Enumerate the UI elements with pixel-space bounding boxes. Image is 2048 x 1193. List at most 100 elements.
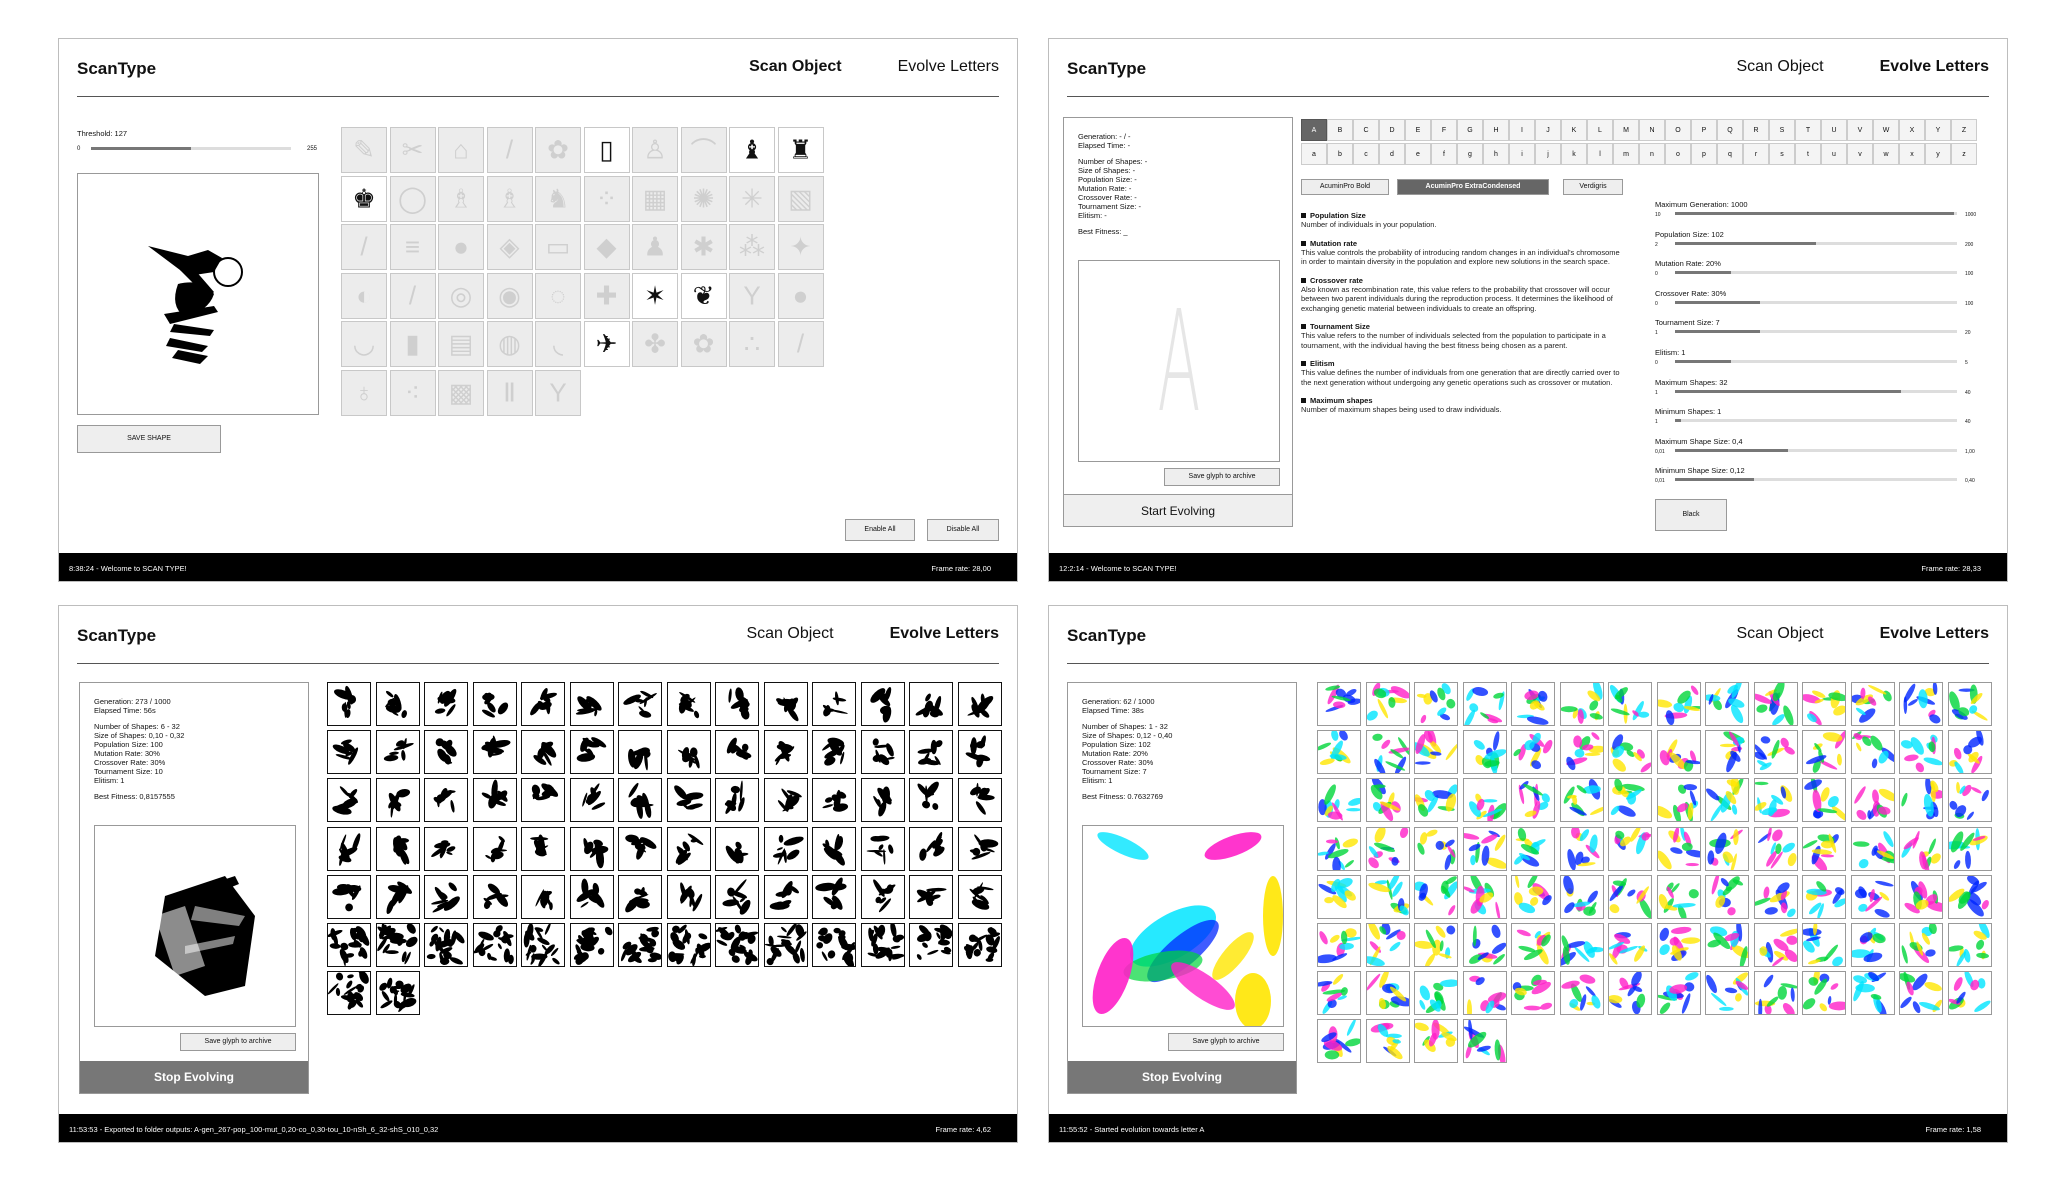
population-thumb[interactable] [375, 826, 420, 871]
population-thumb[interactable] [957, 682, 1002, 726]
nav-scan-object[interactable]: Scan Object [1736, 58, 1823, 76]
population-thumb[interactable] [1462, 874, 1507, 919]
population-thumb[interactable] [763, 682, 808, 726]
population-thumb[interactable] [909, 730, 953, 775]
population-thumb[interactable] [1462, 826, 1507, 871]
population-thumb[interactable] [1608, 826, 1652, 871]
object-tile[interactable]: ⁂ [729, 224, 775, 270]
population-thumb[interactable] [715, 682, 759, 726]
population-thumb[interactable] [521, 778, 565, 823]
population-thumb[interactable] [909, 826, 953, 871]
population-thumb[interactable] [1850, 730, 1895, 775]
population-thumb[interactable] [1947, 682, 1992, 726]
population-thumb[interactable] [1317, 682, 1361, 726]
object-tile[interactable]: ♞ [535, 175, 581, 222]
letter-key-F[interactable]: F [1431, 119, 1457, 141]
population-thumb[interactable] [1559, 874, 1604, 919]
population-thumb[interactable] [375, 923, 420, 967]
population-thumb[interactable] [1608, 682, 1652, 726]
letter-key-x[interactable]: x [1899, 143, 1925, 165]
population-thumb[interactable] [715, 874, 759, 919]
nav-scan-object[interactable]: Scan Object [746, 625, 833, 643]
letter-key-M[interactable]: M [1613, 119, 1639, 141]
population-thumb[interactable] [860, 923, 905, 967]
population-thumb[interactable] [1317, 923, 1361, 967]
object-tile[interactable]: ♙ [632, 127, 678, 173]
population-thumb[interactable] [472, 730, 517, 775]
population-thumb[interactable] [569, 826, 614, 871]
letter-key-b[interactable]: b [1327, 143, 1353, 165]
object-tile[interactable]: ♟ [632, 224, 678, 270]
object-tile[interactable]: ❦ [680, 272, 727, 319]
object-tile[interactable]: ♗ [438, 175, 484, 222]
population-thumb[interactable] [763, 826, 808, 871]
nav-evolve-letters[interactable]: Evolve Letters [898, 58, 999, 76]
population-thumb[interactable] [375, 874, 420, 919]
population-thumb[interactable] [1802, 971, 1846, 1016]
object-tile[interactable]: Y [535, 369, 581, 416]
letter-key-t[interactable]: t [1795, 143, 1821, 165]
population-thumb[interactable] [1462, 923, 1507, 967]
population-thumb[interactable] [375, 971, 420, 1016]
population-thumb[interactable] [812, 682, 856, 726]
population-thumb[interactable] [1802, 730, 1846, 775]
letter-key-d[interactable]: d [1379, 143, 1405, 165]
population-thumb[interactable] [569, 682, 614, 726]
population-thumb[interactable] [715, 826, 759, 871]
parameter-slider[interactable] [1675, 271, 1957, 275]
population-thumb[interactable] [715, 923, 759, 967]
population-thumb[interactable] [472, 778, 517, 823]
letter-key-R[interactable]: R [1743, 119, 1769, 141]
object-tile[interactable]: ▯ [583, 127, 630, 173]
population-thumb[interactable] [957, 730, 1002, 775]
object-tile[interactable]: ◎ [438, 272, 484, 319]
population-thumb[interactable] [1899, 923, 1943, 967]
population-thumb[interactable] [812, 778, 856, 823]
population-thumb[interactable] [1365, 923, 1410, 967]
population-thumb[interactable] [424, 874, 468, 919]
population-thumb[interactable] [1511, 971, 1555, 1016]
save-glyph-button[interactable]: Save glyph to archive [1168, 1033, 1284, 1051]
population-thumb[interactable] [569, 923, 614, 967]
object-tile[interactable]: ◟ [535, 321, 581, 367]
letter-key-S[interactable]: S [1769, 119, 1795, 141]
population-thumb[interactable] [1317, 1019, 1361, 1064]
population-thumb[interactable] [909, 923, 953, 967]
letter-key-w[interactable]: w [1873, 143, 1899, 165]
population-thumb[interactable] [860, 826, 905, 871]
population-thumb[interactable] [424, 682, 468, 726]
letter-key-V[interactable]: V [1847, 119, 1873, 141]
population-thumb[interactable] [327, 923, 371, 967]
object-tile[interactable]: ◍ [486, 321, 533, 367]
population-thumb[interactable] [1511, 682, 1555, 726]
population-thumb[interactable] [1559, 826, 1604, 871]
object-tile[interactable]: ▤ [438, 321, 484, 367]
population-thumb[interactable] [1753, 826, 1798, 871]
population-thumb[interactable] [1559, 923, 1604, 967]
population-thumb[interactable] [1462, 730, 1507, 775]
save-glyph-button[interactable]: Save glyph to archive [180, 1033, 296, 1051]
letter-key-I[interactable]: I [1509, 119, 1535, 141]
object-tile[interactable]: ♁ [341, 369, 387, 416]
population-thumb[interactable] [1899, 826, 1943, 871]
population-thumb[interactable] [424, 923, 468, 967]
letter-key-H[interactable]: H [1483, 119, 1509, 141]
object-tile[interactable]: ⁘ [583, 175, 630, 222]
population-thumb[interactable] [1802, 874, 1846, 919]
population-thumb[interactable] [1365, 826, 1410, 871]
population-thumb[interactable] [1656, 826, 1701, 871]
population-thumb[interactable] [1753, 682, 1798, 726]
population-thumb[interactable] [1511, 923, 1555, 967]
population-thumb[interactable] [327, 730, 371, 775]
letter-key-e[interactable]: e [1405, 143, 1431, 165]
object-tile[interactable]: Ⅱ [486, 369, 533, 416]
population-thumb[interactable] [1850, 682, 1895, 726]
letter-key-j[interactable]: j [1535, 143, 1561, 165]
population-thumb[interactable] [1511, 730, 1555, 775]
letter-key-Z[interactable]: Z [1951, 119, 1977, 141]
population-thumb[interactable] [1753, 730, 1798, 775]
parameter-slider[interactable] [1675, 419, 1957, 423]
population-thumb[interactable] [1656, 874, 1701, 919]
population-thumb[interactable] [618, 682, 662, 726]
population-thumb[interactable] [860, 730, 905, 775]
